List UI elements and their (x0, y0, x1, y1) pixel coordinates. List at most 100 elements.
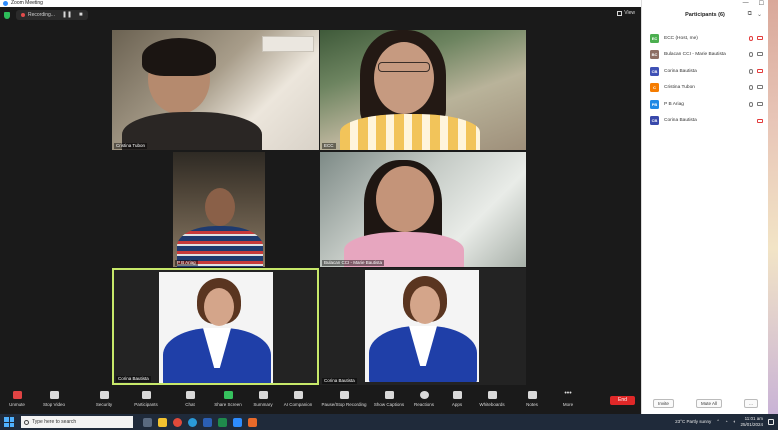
mic-icon (749, 68, 753, 74)
sparkle-icon (293, 391, 303, 399)
search-placeholder: Type here to search (32, 419, 77, 425)
wifi-icon[interactable]: ◔ (725, 419, 728, 424)
participant-name: Cristina Tubon (664, 85, 695, 91)
word-icon[interactable] (203, 417, 212, 427)
participants-button[interactable]: Participants (124, 391, 168, 407)
windows-logo-icon (4, 422, 9, 427)
camera-off-icon[interactable] (757, 35, 763, 40)
panel-more-button[interactable]: ... (744, 399, 758, 408)
participant-list: EC ECC (Host, me) BC Bulacan CCI - Marie… (642, 30, 768, 129)
panel-title: Participants (6) (685, 12, 725, 18)
mic-muted-icon[interactable] (749, 35, 753, 41)
mic-off-icon (12, 391, 22, 399)
participant-face (376, 166, 434, 232)
tile-name-label: P B Ariag (175, 260, 198, 266)
ai-companion-button[interactable]: AI Companion (276, 391, 320, 407)
participant-row[interactable]: PB P B Ariag (642, 96, 768, 113)
participant-row[interactable]: EC ECC (Host, me) (642, 30, 768, 47)
tray-chevron-icon[interactable]: ⌃ (716, 419, 720, 425)
chevron-down-icon[interactable]: ⌄ (757, 11, 762, 18)
more-dots-icon: ••• (564, 390, 572, 397)
stop-recording-icon[interactable]: ■ (79, 10, 83, 20)
recording-label: Recording... (28, 12, 55, 18)
invite-button[interactable]: Invite (653, 399, 674, 408)
volume-icon[interactable]: ◖ (733, 419, 736, 424)
participant-row[interactable]: C Cristina Tubon (642, 80, 768, 97)
tile-name-label: Bulacan CCI - Marie Bautista (322, 260, 385, 266)
participant-status-icons (749, 52, 763, 58)
task-view-icon[interactable] (143, 417, 152, 427)
notifications-icon[interactable] (768, 418, 774, 425)
taskbar-search-box[interactable]: Type here to search (21, 416, 133, 428)
video-camera-icon (49, 391, 59, 399)
end-meeting-button[interactable]: End (610, 396, 635, 405)
participant-face (374, 42, 434, 114)
security-button[interactable]: Security (82, 391, 126, 407)
profile-photo (365, 270, 479, 382)
mute-all-button[interactable]: Mute All (695, 399, 722, 408)
participant-row[interactable]: BC Bulacan CCI - Marie Bautista (642, 47, 768, 64)
camera-off-icon (757, 68, 763, 73)
weather-widget[interactable]: 23°C Partly sunny (675, 419, 711, 424)
captions-icon (384, 391, 394, 399)
windows-logo-icon (4, 417, 9, 422)
zoom-app-icon[interactable] (233, 417, 242, 427)
taskbar-apps (143, 417, 257, 427)
participant-name: Corina Bautista (664, 118, 697, 124)
participants-panel: — ☐ Participants (6) ⧉ ⌄ EC ECC (Host, m… (641, 0, 768, 414)
meeting-toolbar: Unmute Stop Video Security Participants … (0, 388, 641, 414)
profile-photo (159, 272, 273, 383)
windows-logo-icon (9, 422, 14, 427)
chrome-icon[interactable] (173, 417, 182, 427)
video-tile-bulacan[interactable]: Bulacan CCI - Marie Bautista (320, 152, 526, 267)
search-icon (24, 419, 29, 425)
stop-video-button[interactable]: Stop Video (32, 391, 76, 407)
meeting-topbar: Recording... ❚❚ ■ View (0, 7, 641, 23)
participant-name: P B Ariag (664, 101, 684, 107)
participant-row[interactable]: CB Corina Bautista (642, 63, 768, 80)
participant-face (204, 288, 234, 326)
popout-icon[interactable]: ⧉ (748, 11, 752, 18)
avatar: PB (650, 99, 659, 109)
participant-row[interactable]: CB Corina Bautista (642, 113, 768, 130)
participant-status-icons (749, 101, 763, 107)
encryption-shield-icon[interactable] (4, 11, 10, 19)
participant-body (340, 114, 480, 150)
camera-icon (757, 52, 763, 57)
participant-name: ECC (Host, me) (664, 35, 698, 41)
video-tile-ecc[interactable]: ECC (320, 30, 526, 150)
pause-stop-recording-button[interactable]: Pause/Stop Recording (321, 391, 367, 407)
chat-bubble-icon (185, 391, 195, 399)
video-tile-cristina[interactable]: Cristina Tubon (112, 30, 319, 150)
store-icon[interactable] (248, 417, 257, 427)
taskbar-clock[interactable]: 11:01 am 25/01/2024 (740, 416, 763, 427)
camera-off-icon (757, 118, 763, 123)
video-tile-corina[interactable]: Corina Bautista (320, 268, 526, 385)
window-title: Zoom Meeting (11, 0, 43, 6)
whiteboards-button[interactable]: Whiteboards (470, 391, 514, 407)
view-button[interactable]: View (617, 10, 635, 16)
panel-footer: Invite Mute All ... (642, 399, 769, 408)
view-label: View (624, 10, 635, 16)
more-button[interactable]: ••• More (546, 390, 590, 407)
security-shield-icon (99, 391, 109, 399)
video-tile-corina-active[interactable]: Corina Bautista (112, 268, 319, 385)
file-explorer-icon[interactable] (158, 417, 167, 427)
zoom-meeting-window: Zoom Meeting Recording... ❚❚ ■ View Cris… (0, 0, 641, 414)
avatar: BC (650, 50, 659, 60)
smiley-icon (419, 391, 429, 399)
video-tile-pb-ariag[interactable]: P B Ariag (173, 152, 265, 267)
start-button[interactable] (3, 416, 15, 428)
recording-dot-icon (21, 13, 25, 17)
clock-date: 25/01/2024 (740, 421, 763, 427)
pause-stop-icon (339, 391, 349, 399)
mic-icon (749, 85, 753, 91)
summary-icon (258, 391, 268, 399)
participant-name: Corina Bautista (664, 68, 697, 74)
excel-icon[interactable] (218, 417, 227, 427)
eyeglasses-icon (378, 62, 430, 72)
participant-status-icons (749, 85, 763, 91)
edge-icon[interactable] (188, 417, 197, 427)
pause-recording-icon[interactable]: ❚❚ (62, 10, 72, 20)
notes-icon (527, 391, 537, 399)
